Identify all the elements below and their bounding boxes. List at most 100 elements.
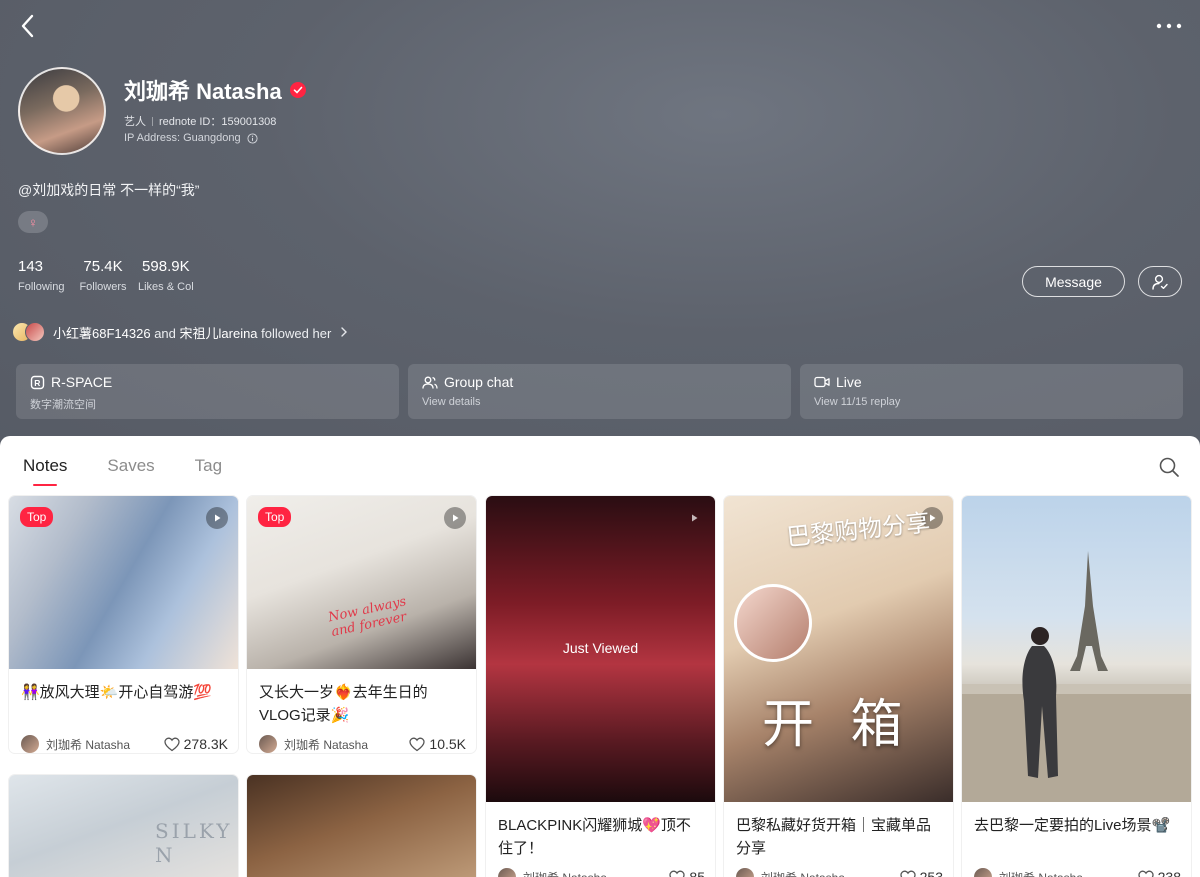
note-footer: 刘珈希 Natasha 253	[724, 860, 953, 877]
profile-avatar[interactable]	[18, 67, 106, 155]
like-button[interactable]: 85	[669, 869, 705, 877]
note-card[interactable]: 巴黎购物分享 开 箱 巴黎私藏好货开箱｜宝藏单品分享 刘珈希 Natasha 2…	[724, 496, 953, 877]
note-title: 👭放风大理🌤️开心自驾游💯	[21, 684, 213, 701]
like-count: 10.5K	[429, 736, 466, 752]
note-cover-image: Just Viewed	[486, 496, 715, 802]
cover-big-text: 开 箱	[762, 695, 913, 755]
note-author: 刘珈希 Natasha	[761, 869, 900, 877]
tab-tag[interactable]: Tag	[195, 456, 222, 476]
live-camera-icon	[814, 376, 830, 388]
meta-divider	[152, 116, 153, 126]
card-subtitle: View details	[422, 396, 481, 408]
card-r-space[interactable]: R R-SPACE 数字潮流空间	[16, 364, 399, 419]
author-avatar	[21, 735, 39, 753]
author-avatar	[974, 868, 992, 877]
message-button[interactable]: Message	[1022, 266, 1125, 297]
note-footer: 刘珈希 Natasha 278.3K	[9, 727, 238, 753]
note-card[interactable]	[247, 775, 476, 877]
note-title: 去巴黎一定要拍的Live场景📽️	[974, 817, 1171, 834]
note-footer: 刘珈希 Natasha 238	[962, 860, 1191, 877]
like-button[interactable]: 238	[1137, 869, 1181, 877]
back-button[interactable]	[14, 12, 42, 40]
search-icon	[1159, 457, 1179, 477]
card-title: R-SPACE	[51, 374, 113, 390]
tab-saves[interactable]: Saves	[107, 456, 154, 476]
card-group-chat[interactable]: Group chat View details	[408, 364, 791, 419]
mutual-followers-row[interactable]: 小红薯68F14326 and 宋祖儿lareina followed her	[12, 322, 351, 342]
profile-category: 艺人	[124, 116, 146, 128]
author-avatar	[498, 868, 516, 877]
more-horizontal-icon	[1156, 23, 1182, 29]
card-title: Group chat	[444, 374, 514, 390]
note-footer: 刘珈希 Natasha 10.5K	[247, 727, 476, 753]
gender-female-icon: ♀	[18, 211, 48, 233]
note-cover-image: Top	[9, 496, 238, 669]
stat-label: Followers	[79, 281, 127, 293]
followed-status-button[interactable]	[1138, 266, 1182, 297]
note-author: 刘珈希 Natasha	[46, 737, 131, 752]
video-play-icon	[444, 507, 466, 529]
heart-icon	[669, 870, 686, 877]
card-subtitle: 数字潮流空间	[30, 399, 96, 411]
like-count: 238	[1157, 869, 1181, 877]
rednote-id: rednote ID：159001308	[159, 116, 277, 128]
note-card[interactable]: Top 👭放风大理🌤️开心自驾游💯 刘珈希 Natasha 278.3K	[9, 496, 238, 753]
note-cover-image	[962, 496, 1191, 802]
note-cover-image: Top Now always and forever	[247, 496, 476, 669]
mutual-and: and	[154, 325, 176, 341]
heart-icon	[163, 737, 180, 751]
heart-icon	[409, 737, 426, 751]
profile-stats: 143 Following 75.4K Followers 598.9K Lik…	[18, 258, 194, 293]
note-card[interactable]: SILKY N	[9, 775, 238, 877]
content-tabs: Notes Saves Tag	[23, 456, 222, 486]
note-card[interactable]: Top Now always and forever 又长大一岁❤️‍🔥去年生日…	[247, 496, 476, 753]
stat-number: 75.4K	[83, 258, 123, 275]
author-avatar	[259, 735, 277, 753]
note-cover-image: 巴黎购物分享 开 箱	[724, 496, 953, 802]
tab-notes[interactable]: Notes	[23, 456, 67, 486]
mutual-followers-text: 小红薯68F14326 and 宋祖儿lareina followed her	[53, 323, 331, 342]
stat-number: 598.9K	[142, 258, 190, 275]
mutual-user-1: 小红薯68F14326	[53, 325, 151, 341]
info-icon[interactable]	[247, 132, 258, 144]
mutual-suffix: followed her	[261, 325, 332, 341]
like-button[interactable]: 253	[899, 869, 943, 877]
note-card[interactable]: Just Viewed BLACKPINK闪耀狮城💖顶不住了！ 刘珈希 Nata…	[486, 496, 715, 877]
note-author: 刘珈希 Natasha	[999, 869, 1138, 877]
stat-number: 143	[18, 258, 44, 275]
card-live[interactable]: Live View 11/15 replay	[800, 364, 1183, 419]
more-options-button[interactable]	[1154, 12, 1184, 40]
verified-badge-icon	[289, 82, 306, 98]
r-space-icon: R	[30, 375, 45, 389]
video-play-icon	[683, 507, 705, 529]
stat-following[interactable]: 143 Following	[18, 258, 68, 293]
cover-header-text: 巴黎购物分享	[785, 508, 932, 552]
notes-content-panel: Notes Saves Tag Top 👭放风大理🌤️开心自驾游💯 刘珈希 Na…	[0, 436, 1200, 877]
just-viewed-label: Just Viewed	[562, 640, 639, 656]
cover-overlay-text: Now always and forever	[326, 594, 408, 641]
search-button[interactable]	[1158, 456, 1180, 478]
note-author: 刘珈希 Natasha	[523, 869, 669, 877]
cover-inset-photo	[734, 584, 812, 662]
video-play-icon	[206, 507, 228, 529]
stat-label: Following	[18, 281, 65, 293]
like-count: 278.3K	[183, 736, 228, 752]
note-title: BLACKPINK闪耀狮城💖顶不住了！	[498, 817, 691, 857]
mutual-user-2: 宋祖儿lareina	[179, 325, 258, 341]
top-badge: Top	[20, 507, 54, 527]
stat-likes-collects[interactable]: 598.9K Likes & Col	[138, 258, 194, 293]
card-title: Live	[836, 374, 862, 390]
like-count: 85	[689, 869, 705, 877]
heart-icon	[1137, 870, 1154, 877]
stat-followers[interactable]: 75.4K Followers	[78, 258, 128, 293]
note-title: 巴黎私藏好货开箱｜宝藏单品分享	[736, 817, 932, 857]
profile-meta: 艺人 rednote ID：159001308	[124, 113, 276, 129]
like-button[interactable]: 10.5K	[409, 736, 466, 752]
mutual-avatar	[25, 322, 45, 342]
ip-address-row: IP Address: Guangdong	[124, 132, 258, 144]
like-count: 253	[919, 869, 943, 877]
group-users-icon	[422, 376, 438, 389]
note-card[interactable]: 去巴黎一定要拍的Live场景📽️ 刘珈希 Natasha 238	[962, 496, 1191, 877]
ip-address: IP Address: Guangdong	[124, 132, 241, 144]
like-button[interactable]: 278.3K	[163, 736, 228, 752]
